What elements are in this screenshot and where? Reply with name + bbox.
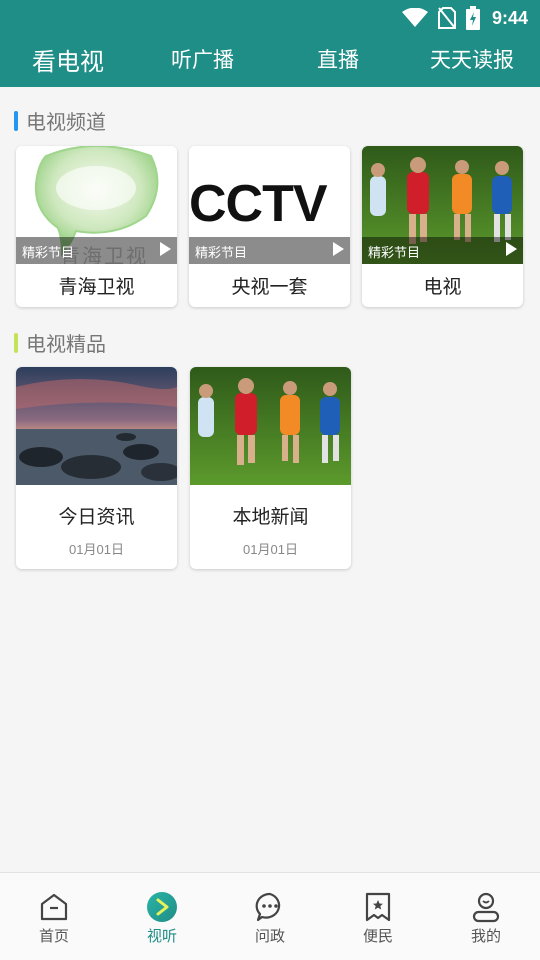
- tab-live[interactable]: 直播: [317, 44, 359, 74]
- channel-card-qinghai[interactable]: 青海卫视 精彩节目 青海卫视: [16, 146, 177, 307]
- play-icon[interactable]: [160, 242, 171, 256]
- channel-card-tv[interactable]: 精彩节目 电视: [362, 146, 523, 307]
- wifi-icon: [401, 8, 428, 27]
- program-title: 本地新闻: [232, 506, 309, 528]
- channel-title: 电视: [423, 276, 462, 298]
- highlight-badge: 精彩节目: [368, 246, 421, 261]
- program-date: 01月01日: [243, 542, 298, 557]
- thumb-overlay: 精彩节目: [362, 237, 523, 264]
- status-time: 9:44: [491, 7, 528, 28]
- nav-item-inquiry[interactable]: 问政: [216, 873, 324, 960]
- no-sim-icon: [437, 7, 456, 29]
- play-icon[interactable]: [333, 242, 344, 256]
- channel-title: 央视一套: [231, 276, 308, 298]
- cctv-logo: CCTV 精彩节目: [189, 146, 350, 264]
- user-icon: [472, 892, 500, 923]
- thumb-overlay: 精彩节目: [16, 237, 177, 264]
- section-accent-bar: [14, 110, 18, 131]
- tab-watch-tv[interactable]: 看电视: [32, 42, 104, 77]
- thumb-overlay: 精彩节目: [189, 237, 350, 264]
- battery-icon: [465, 6, 480, 30]
- bookmark-star-icon: [365, 892, 391, 922]
- nav-label: 视听: [146, 927, 177, 945]
- highlight-badge: 精彩节目: [22, 246, 75, 261]
- cctv-logo-text: CCTV: [189, 175, 328, 233]
- bottom-nav: 首页 视听 问政 便民 我的: [0, 872, 540, 960]
- soccer-players-image: 精彩节目: [362, 146, 523, 264]
- qinghai-tv-logo: 青海卫视 精彩节目: [16, 146, 177, 264]
- status-bar: 9:44: [0, 0, 540, 36]
- section-title-tv-channels: 电视频道: [14, 106, 106, 135]
- program-title: 今日资讯: [58, 506, 135, 528]
- tab-daily-newspaper[interactable]: 天天读报: [430, 44, 514, 74]
- program-date: 01月01日: [69, 542, 124, 557]
- nav-label: 我的: [470, 927, 501, 945]
- nav-item-home[interactable]: 首页: [0, 873, 108, 960]
- tab-listen-radio[interactable]: 听广播: [171, 44, 234, 74]
- top-app-bar: 9:44 看电视 听广播 直播 天天读报: [0, 0, 540, 87]
- channel-title: 青海卫视: [58, 276, 135, 298]
- nav-item-services[interactable]: 便民: [324, 873, 432, 960]
- section-title-text: 电视精品: [26, 332, 106, 356]
- home-icon: [40, 893, 68, 921]
- program-card-todays-news[interactable]: 今日资讯 01月01日: [16, 367, 177, 569]
- section-accent-bar: [14, 332, 18, 353]
- section-title-tv-highlights: 电视精品: [14, 328, 106, 357]
- section-title-text: 电视频道: [26, 110, 106, 134]
- play-circle-icon: [147, 892, 177, 922]
- channel-tabs: 看电视 听广播 直播 天天读报: [0, 38, 540, 86]
- nav-label: 便民: [362, 927, 393, 945]
- highlight-badge: 精彩节目: [195, 246, 248, 261]
- channel-card-cctv1[interactable]: CCTV 精彩节目 央视一套: [189, 146, 350, 307]
- sunset-rocks-image: [16, 367, 177, 485]
- soccer-players-image: [190, 367, 351, 485]
- chat-bubble-icon: [255, 892, 281, 922]
- nav-item-profile[interactable]: 我的: [432, 873, 540, 960]
- play-icon[interactable]: [506, 242, 517, 256]
- nav-label: 首页: [38, 927, 69, 945]
- program-card-local-news[interactable]: 本地新闻 01月01日: [190, 367, 351, 569]
- nav-label: 问政: [254, 927, 285, 945]
- nav-item-audio-video[interactable]: 视听: [108, 873, 216, 960]
